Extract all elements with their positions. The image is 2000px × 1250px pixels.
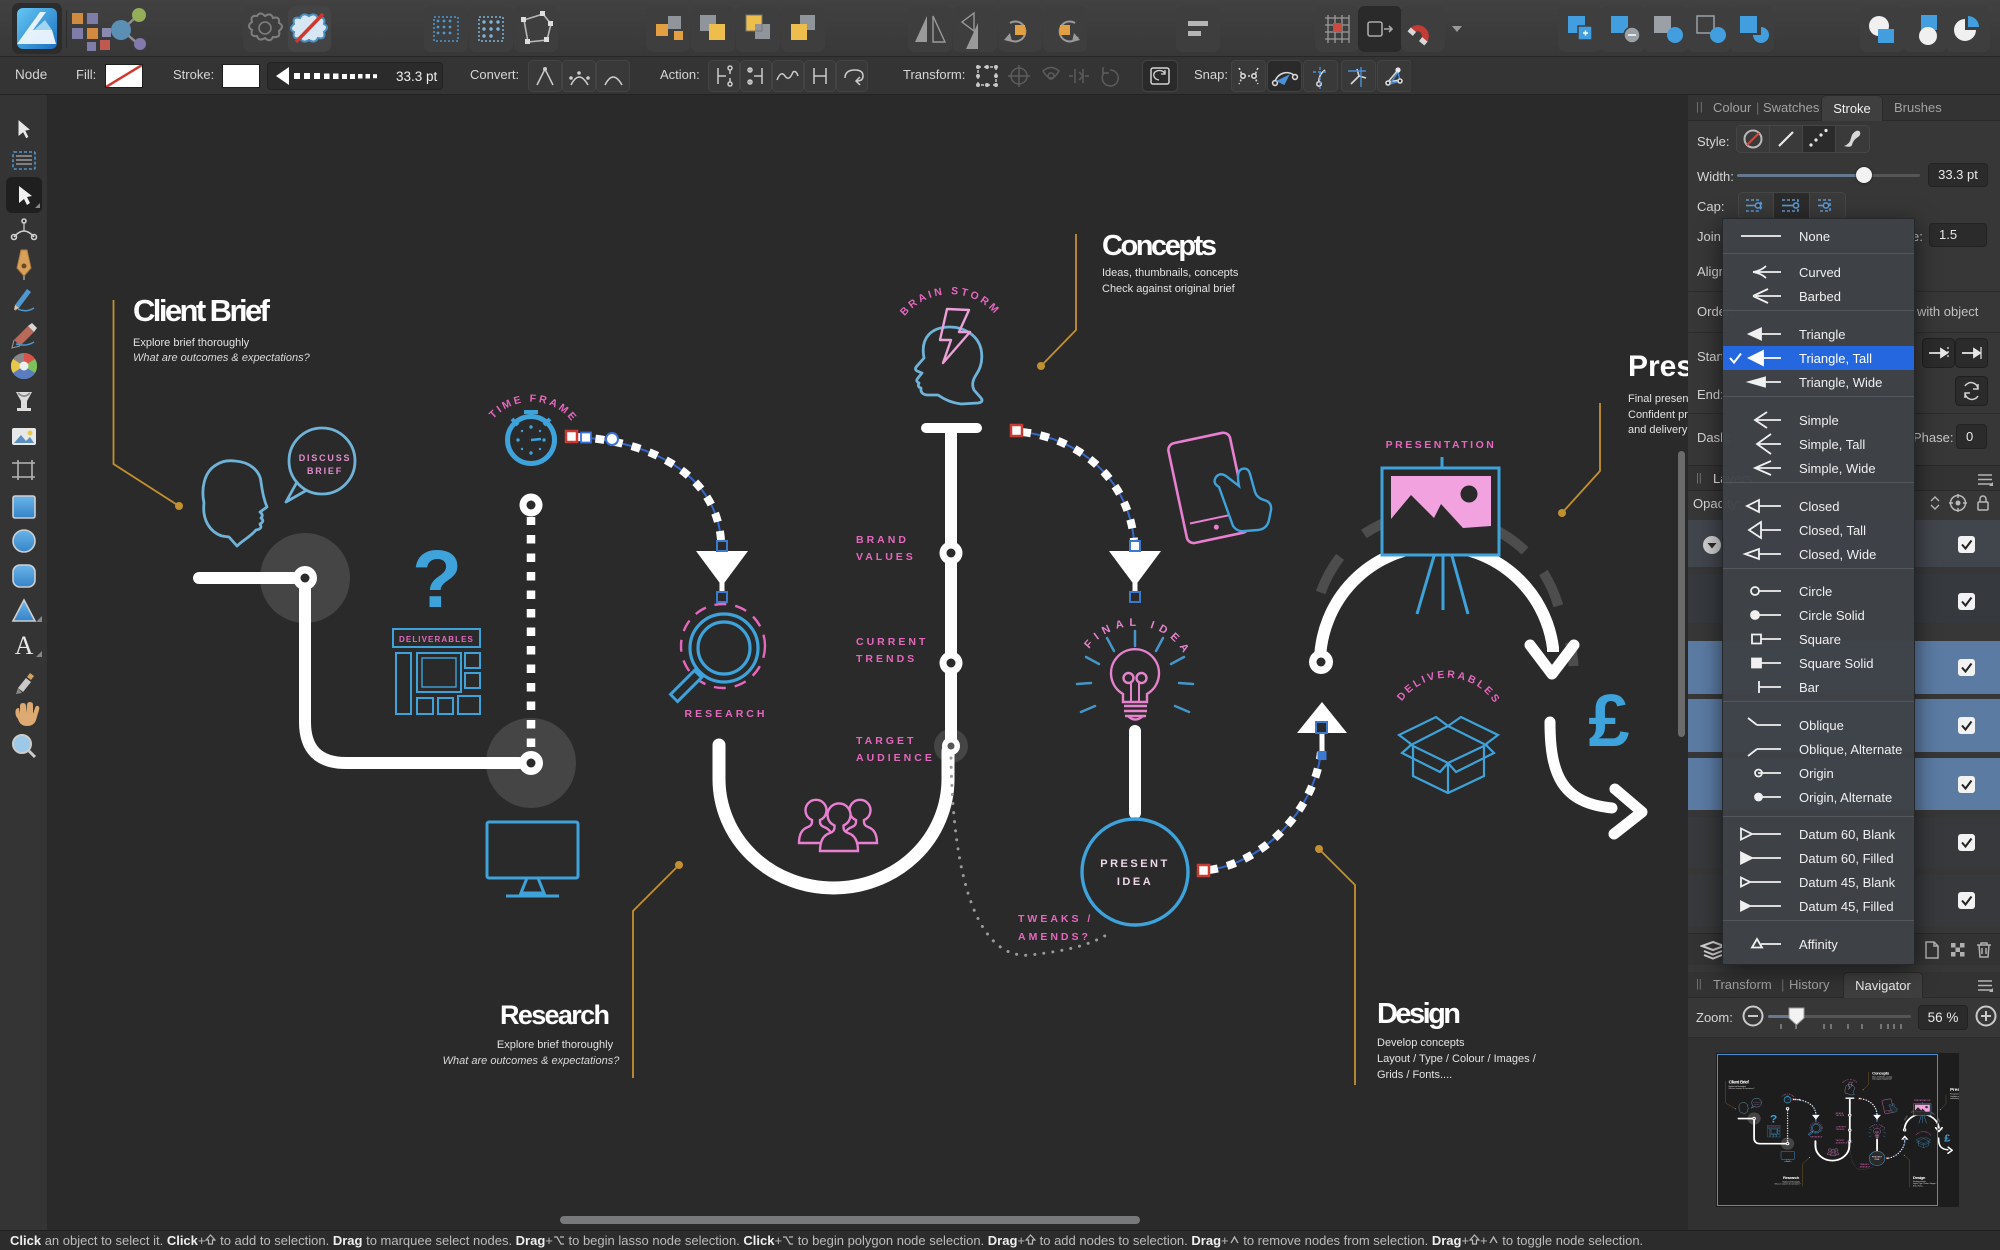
svg-text:Square: Square	[1799, 632, 1841, 647]
svg-text:Bar: Bar	[1799, 680, 1820, 695]
svg-text:Circle Solid: Circle Solid	[1799, 608, 1865, 623]
svg-text:Barbed: Barbed	[1799, 289, 1841, 304]
svg-text:Datum 45, Blank: Datum 45, Blank	[1799, 875, 1896, 890]
svg-text:Origin, Alternate: Origin, Alternate	[1799, 790, 1892, 805]
svg-text:Triangle: Triangle	[1799, 327, 1845, 342]
svg-text:A: A	[15, 631, 34, 660]
svg-text:Circle: Circle	[1799, 584, 1832, 599]
svg-text:Closed: Closed	[1799, 499, 1839, 514]
svg-text:33.3 pt: 33.3 pt	[396, 69, 438, 84]
svg-text:Datum 60, Filled: Datum 60, Filled	[1799, 851, 1894, 866]
svg-text:Oblique: Oblique	[1799, 718, 1844, 733]
svg-text:None: None	[1799, 229, 1830, 244]
svg-text:Closed, Wide: Closed, Wide	[1799, 547, 1876, 562]
svg-text:Datum 60, Blank: Datum 60, Blank	[1799, 827, 1896, 842]
svg-text:Curved: Curved	[1799, 265, 1841, 280]
svg-text:Origin: Origin	[1799, 766, 1834, 781]
svg-text:Closed, Tall: Closed, Tall	[1799, 523, 1866, 538]
svg-text:Affinity: Affinity	[1799, 937, 1838, 952]
svg-text:Simple: Simple	[1799, 413, 1839, 428]
svg-text:Datum 45, Filled: Datum 45, Filled	[1799, 899, 1894, 914]
svg-text:Simple, Tall: Simple, Tall	[1799, 437, 1865, 452]
svg-text:Square Solid: Square Solid	[1799, 656, 1873, 671]
svg-text:Triangle, Tall: Triangle, Tall	[1799, 351, 1872, 366]
svg-text:Oblique, Alternate: Oblique, Alternate	[1799, 742, 1902, 757]
svg-text:Simple, Wide: Simple, Wide	[1799, 461, 1876, 476]
svg-text:Triangle, Wide: Triangle, Wide	[1799, 375, 1882, 390]
